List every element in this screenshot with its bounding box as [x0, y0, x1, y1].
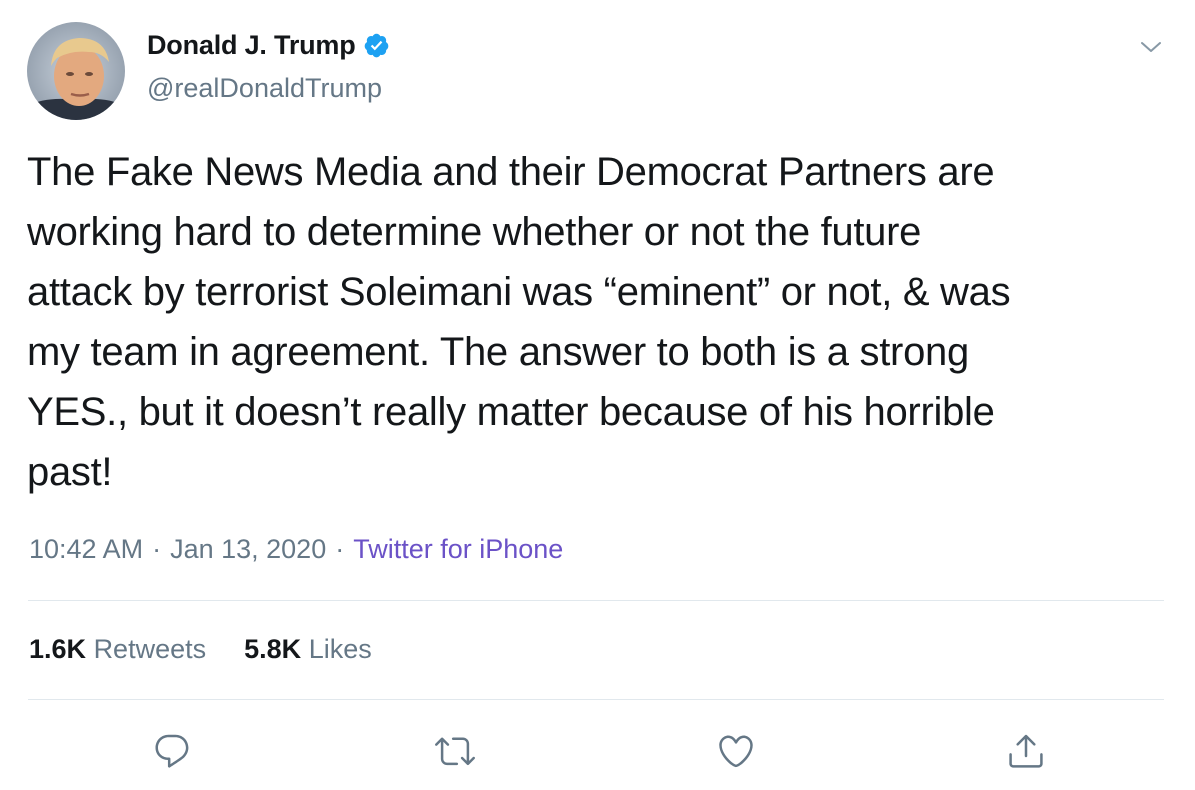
tweet-source-link[interactable]: Twitter for iPhone [353, 534, 563, 564]
retweets-count: 1.6K [29, 634, 87, 664]
author-display-name[interactable]: Donald J. Trump [147, 30, 356, 61]
share-icon [1009, 734, 1043, 768]
verified-badge-icon [363, 32, 390, 59]
likes-count: 5.8K [244, 634, 302, 664]
tweet-stats: 1.6K Retweets 5.8K Likes [29, 634, 410, 665]
avatar[interactable] [27, 22, 125, 120]
likes-label: Likes [308, 634, 372, 664]
tweet-text-line: YES., but it doesn’t really matter becau… [27, 390, 995, 434]
author-handle[interactable]: @realDonaldTrump [147, 73, 382, 104]
tweet-date[interactable]: Jan 13, 2020 [170, 534, 326, 564]
chevron-down-icon[interactable] [1139, 37, 1163, 57]
retweets-stat[interactable]: 1.6K Retweets [29, 634, 206, 665]
share-button[interactable] [1003, 728, 1049, 774]
retweet-button[interactable] [432, 728, 478, 774]
tweet-card: Donald J. Trump @realDonaldTrump The Fak… [0, 0, 1195, 790]
tweet-text-line: The Fake News Media and their Democrat P… [27, 150, 995, 194]
tweet-text: The Fake News Media and their Democrat P… [27, 142, 1167, 502]
reply-button[interactable] [149, 728, 195, 774]
divider [28, 600, 1164, 601]
retweets-label: Retweets [93, 634, 207, 664]
separator: · [152, 534, 162, 564]
author-name-row: Donald J. Trump [147, 30, 390, 61]
tweet-metadata: 10:42 AM · Jan 13, 2020 · Twitter for iPhone [29, 534, 563, 565]
reply-icon [155, 734, 189, 768]
separator: · [335, 534, 345, 564]
tweet-text-line: working hard to determine whether or not… [27, 210, 922, 254]
heart-icon [719, 735, 753, 768]
tweet-actions [0, 728, 1195, 778]
retweet-icon [435, 737, 475, 766]
like-button[interactable] [713, 728, 759, 774]
likes-stat[interactable]: 5.8K Likes [244, 634, 372, 665]
tweet-text-line: attack by terrorist Soleimani was “emine… [27, 270, 1011, 314]
tweet-text-line: my team in agreement. The answer to both… [27, 330, 969, 374]
avatar-image [27, 22, 125, 120]
tweet-time[interactable]: 10:42 AM [29, 534, 143, 564]
tweet-text-line: past! [27, 450, 113, 494]
divider [28, 699, 1164, 700]
